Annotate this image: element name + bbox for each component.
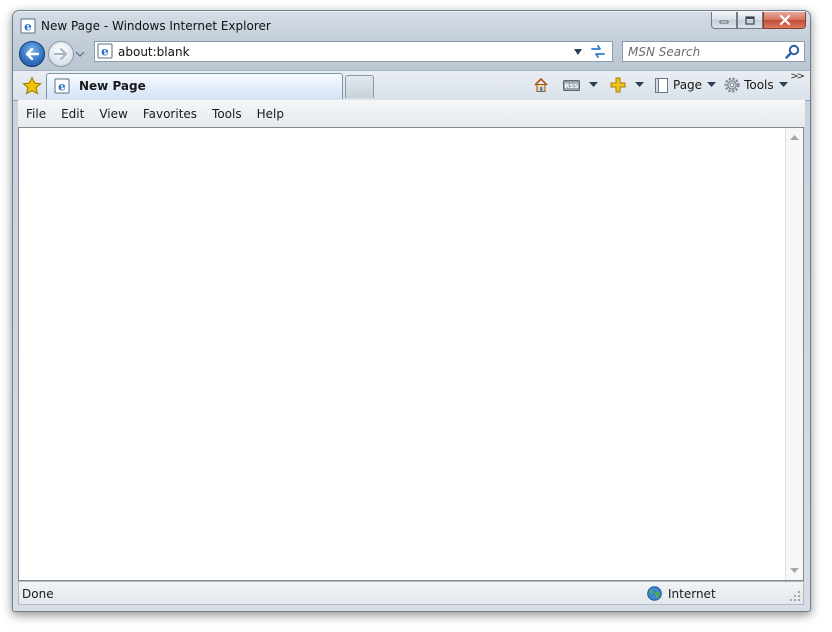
close-button[interactable]: [763, 12, 806, 29]
page-icon: [655, 77, 668, 93]
ie-icon: e: [20, 18, 36, 34]
menu-file[interactable]: File: [18, 107, 53, 121]
minimize-button[interactable]: [711, 12, 737, 29]
status-bar: Done Internet: [18, 581, 804, 605]
command-bar: RSS Page Tools: [533, 75, 794, 95]
new-tab-button[interactable]: [345, 75, 374, 98]
status-text: Done: [22, 587, 54, 601]
forward-button[interactable]: [48, 41, 74, 67]
title-bar[interactable]: e New Page - Windows Internet Explorer: [13, 11, 810, 39]
navigation-bar: e about:blank MSN Search: [13, 39, 810, 71]
page-dropdown-icon: [707, 82, 717, 87]
page-menu-button[interactable]: Page: [654, 75, 717, 95]
vertical-scrollbar[interactable]: [785, 128, 803, 580]
page-icon: e: [97, 43, 113, 59]
search-input[interactable]: MSN Search: [628, 45, 700, 59]
svg-text:e: e: [24, 20, 32, 34]
forward-arrow-icon: [54, 48, 67, 60]
page-menu-label: Page: [673, 78, 703, 92]
svg-text:RSS: RSS: [564, 82, 578, 90]
minimize-icon: [719, 20, 729, 24]
tools-dropdown-icon: [778, 82, 788, 87]
refresh-icon[interactable]: [590, 44, 606, 59]
search-icon[interactable]: [785, 44, 800, 59]
tab-new-page[interactable]: e New Page: [46, 73, 343, 99]
home-icon: [534, 77, 548, 92]
scroll-up-arrow-icon[interactable]: [790, 134, 799, 140]
menu-bar: File Edit View Favorites Tools Help: [18, 100, 805, 128]
menu-favorites[interactable]: Favorites: [135, 107, 204, 121]
close-icon: [779, 15, 790, 25]
security-zone-label[interactable]: Internet: [668, 587, 716, 601]
svg-text:e: e: [58, 80, 66, 94]
svg-text:e: e: [101, 45, 109, 59]
add-to-favorites-button[interactable]: [610, 75, 644, 95]
tools-menu-label: Tools: [744, 78, 774, 92]
menu-edit[interactable]: Edit: [53, 107, 91, 121]
window-title: New Page - Windows Internet Explorer: [41, 19, 271, 33]
add-favorites-plus-icon: [610, 77, 626, 93]
address-dropdown-icon[interactable]: [574, 49, 582, 55]
favorites-dropdown-icon[interactable]: [635, 82, 644, 88]
resize-grip-icon[interactable]: [790, 591, 801, 602]
back-arrow-icon: [25, 48, 39, 60]
tools-menu-button[interactable]: Tools: [724, 75, 788, 95]
feeds-dropdown-icon[interactable]: [589, 82, 598, 88]
menu-help[interactable]: Help: [249, 107, 291, 121]
page-content[interactable]: [18, 127, 804, 581]
rss-feed-icon: RSS: [563, 79, 580, 91]
browser-window: e New Page - Windows Internet Explorer e…: [12, 10, 811, 612]
maximize-button[interactable]: [737, 12, 763, 29]
page-icon: e: [54, 78, 70, 94]
more-commands-chevron[interactable]: >>: [790, 71, 805, 82]
globe-icon: [647, 586, 662, 601]
menu-view[interactable]: View: [91, 107, 134, 121]
tab-label: New Page: [79, 79, 146, 93]
back-button[interactable]: [19, 41, 45, 67]
address-text[interactable]: about:blank: [118, 45, 190, 59]
gear-icon: [724, 77, 740, 93]
favorites-center-star-icon[interactable]: [22, 76, 42, 96]
scroll-down-arrow-icon[interactable]: [790, 568, 799, 574]
tab-bar: e New Page RSS Page Tools >>: [13, 70, 810, 101]
search-box[interactable]: MSN Search: [622, 41, 805, 62]
recent-pages-dropdown-icon[interactable]: [75, 50, 85, 58]
home-button[interactable]: [533, 75, 549, 95]
menu-tools[interactable]: Tools: [204, 107, 249, 121]
address-bar[interactable]: e about:blank: [94, 41, 613, 62]
feeds-button[interactable]: RSS: [563, 75, 598, 95]
maximize-icon: [745, 15, 755, 25]
caption-buttons: [711, 12, 806, 31]
